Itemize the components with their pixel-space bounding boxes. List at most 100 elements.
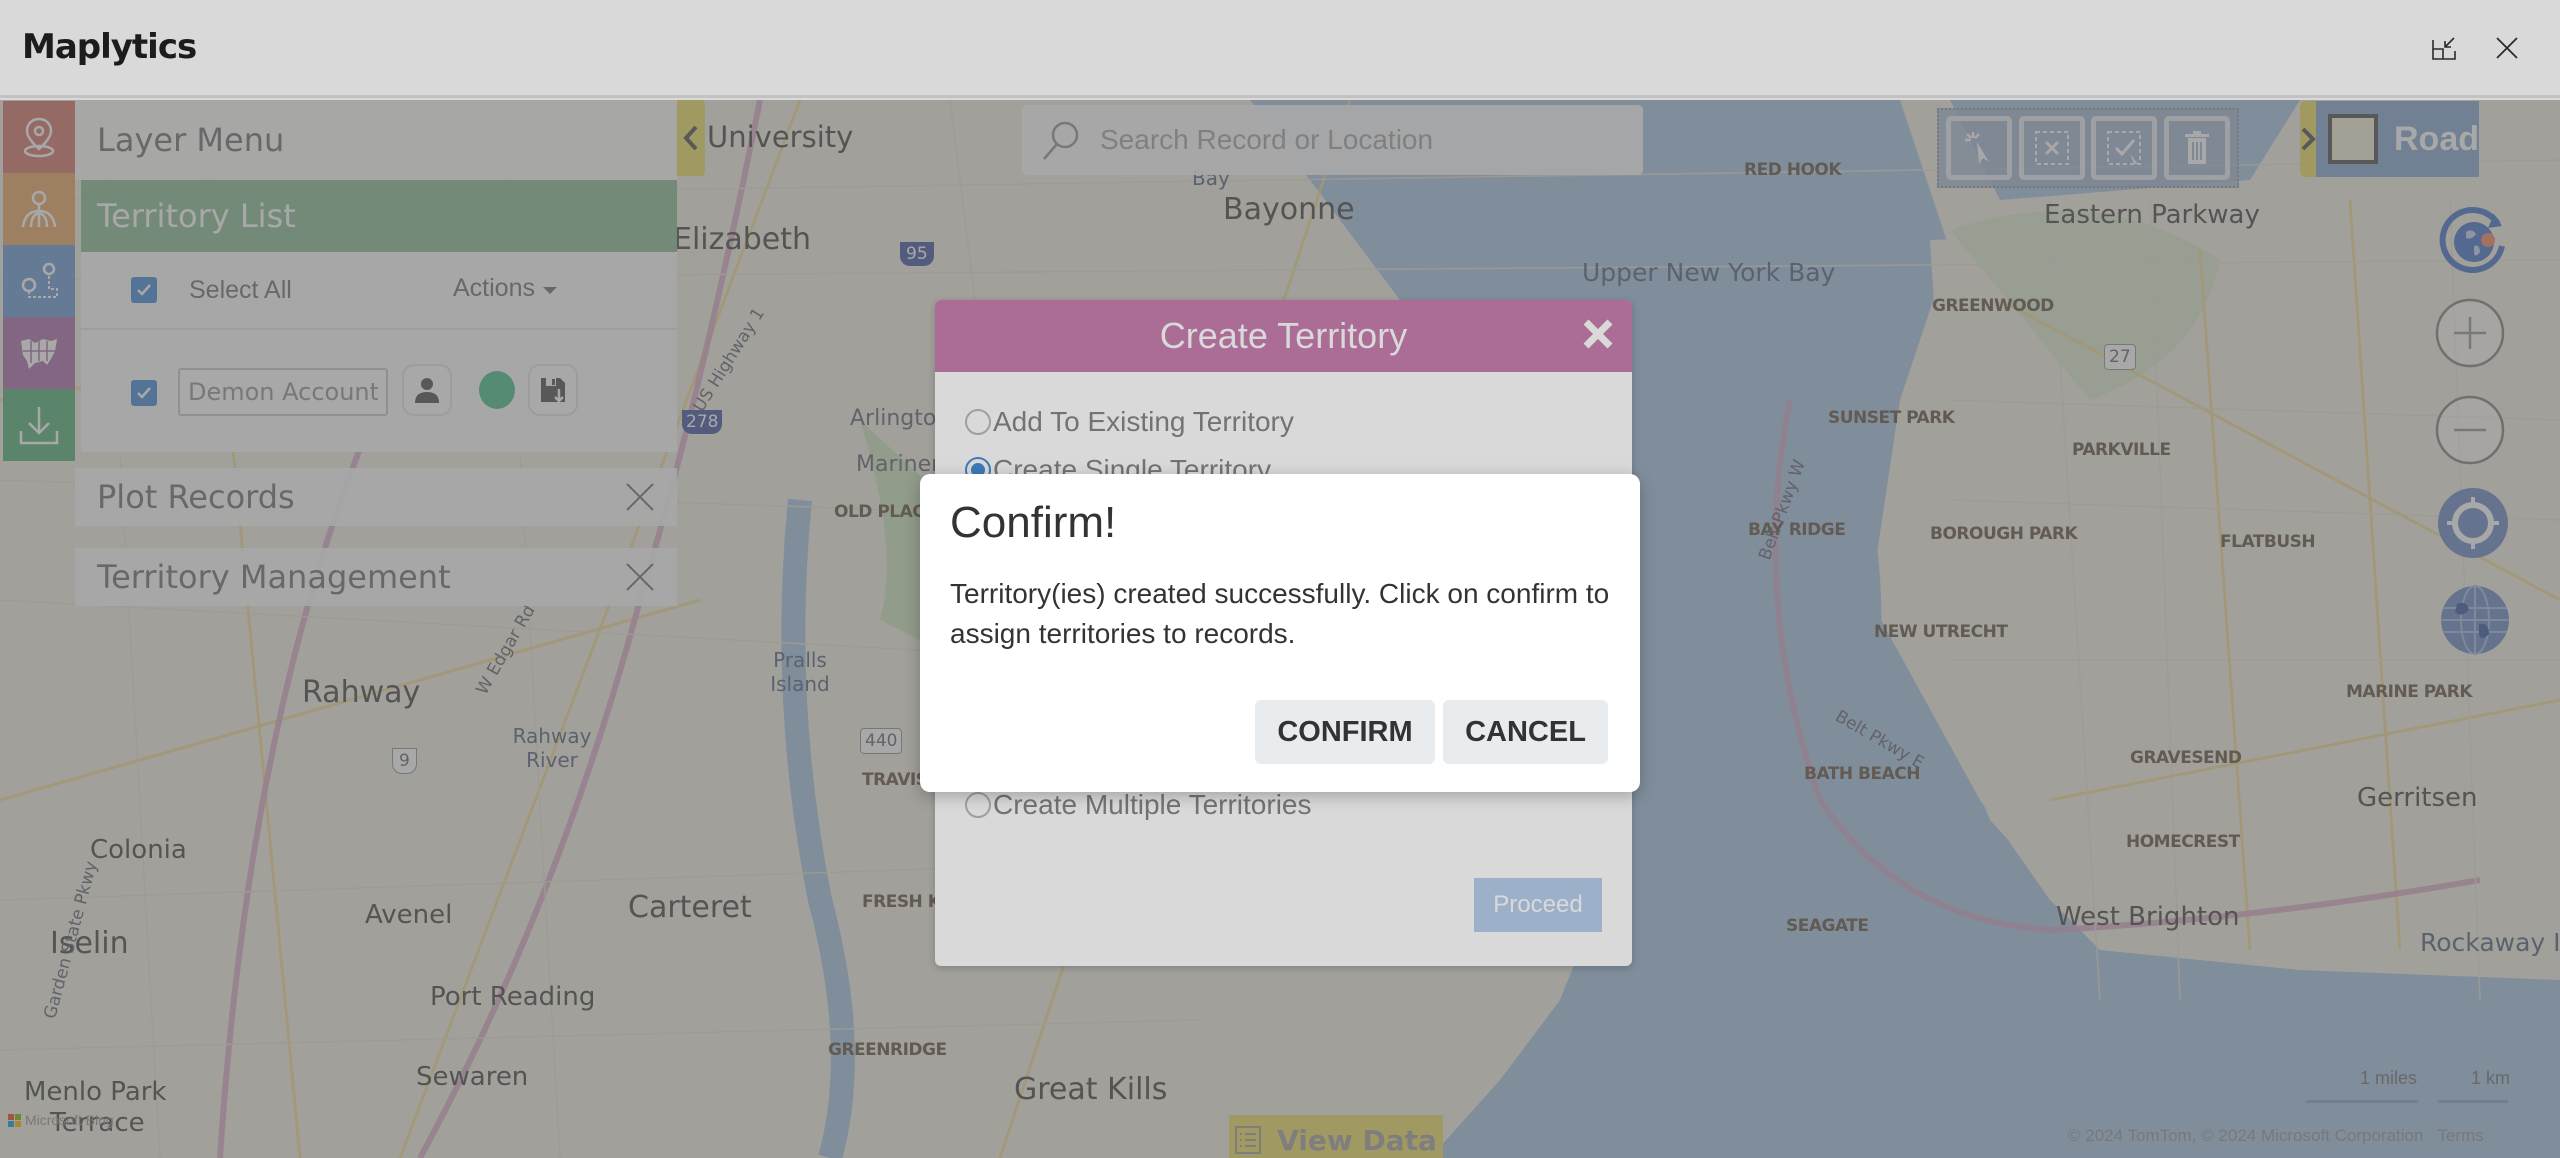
zoom-in-icon	[2435, 298, 2505, 368]
close-window-button[interactable]	[2487, 28, 2527, 68]
map-label: MARINE PARK	[2346, 682, 2473, 702]
download-icon	[19, 407, 59, 445]
map-label: Rahway River	[512, 724, 592, 772]
confirm-dialog: Confirm! Territory(ies) created successf…	[920, 474, 1640, 792]
actions-dropdown[interactable]: Actions	[453, 274, 557, 303]
confirm-selection-button[interactable]	[2091, 116, 2158, 180]
confirm-title: Confirm!	[950, 498, 1117, 547]
terms-link[interactable]: Terms	[2437, 1126, 2483, 1145]
select-all-label: Select All	[189, 276, 292, 304]
option-create-multiple[interactable]: Create Multiple Territories	[965, 789, 1312, 821]
bing-logo: Microsoft Bing	[8, 1112, 114, 1128]
layer-panel: Layer Menu Territory List Select All Act…	[75, 100, 677, 452]
scale-miles: 1 miles	[2360, 1068, 2418, 1088]
sidebar-tile-route[interactable]	[3, 245, 75, 317]
map-label: GRAVESEND	[2130, 748, 2242, 768]
clear-selection-button[interactable]	[2018, 116, 2085, 180]
map-label: HOMECREST	[2126, 832, 2240, 852]
app-title: Maplytics	[22, 27, 197, 67]
map-label: SUNSET PARK	[1828, 408, 1955, 428]
layer-menu-header[interactable]: Layer Menu	[75, 100, 677, 180]
close-icon[interactable]	[625, 482, 655, 512]
close-icon[interactable]	[1578, 314, 1618, 354]
close-icon[interactable]	[625, 562, 655, 592]
map-type-label: Road	[2394, 119, 2479, 158]
plot-records-section[interactable]: Plot Records	[75, 468, 677, 526]
left-icon-bar	[3, 101, 75, 461]
close-icon	[2496, 37, 2518, 59]
radio-button[interactable]	[965, 792, 991, 818]
highway-shield: 9	[392, 748, 417, 774]
attribution-text: © 2024 TomTom, © 2024 Microsoft Corporat…	[2068, 1126, 2424, 1145]
locate-me-button[interactable]	[2437, 487, 2509, 559]
option-label: Add To Existing Territory	[993, 406, 1294, 437]
map-pin-icon	[23, 117, 55, 158]
maplytics-window: Maplytics Bayonne Elizabeth Rahway Carte…	[0, 0, 2560, 1158]
map-label: Eastern Parkway	[2044, 200, 2260, 230]
sidebar-tile-download[interactable]	[3, 389, 75, 461]
zoom-in-button[interactable]	[2434, 297, 2506, 369]
territory-management-title: Territory Management	[97, 558, 451, 596]
map-label: NEW UTRECHT	[1874, 622, 2008, 642]
confirm-selection-icon	[2107, 131, 2142, 165]
confirm-button[interactable]: CONFIRM	[1255, 700, 1435, 764]
collapse-panel-tab[interactable]	[677, 100, 705, 176]
sidebar-tile-territory[interactable]	[3, 173, 75, 245]
select-tool-button[interactable]	[1946, 116, 2013, 180]
dialog-header: Create Territory	[935, 300, 1632, 372]
assign-owner-button[interactable]	[402, 364, 452, 416]
restore-down-button[interactable]	[2424, 28, 2464, 68]
map-type-switch[interactable]: Road	[2300, 101, 2479, 177]
sidebar-tile-territories-map[interactable]	[3, 317, 75, 389]
map-label: FLATBUSH	[2220, 532, 2316, 552]
map-label: Carteret	[628, 890, 752, 925]
clear-selection-icon	[2034, 131, 2069, 165]
user-icon	[415, 378, 439, 403]
delete-shape-button[interactable]	[2163, 116, 2230, 180]
radio-button[interactable]	[965, 409, 991, 435]
territory-color-picker[interactable]	[479, 371, 515, 409]
map-label: University	[707, 120, 854, 154]
highway-shield: 27	[2104, 344, 2136, 370]
territory-list-header[interactable]: Territory List	[81, 180, 677, 252]
territory-item-checkbox[interactable]	[131, 380, 157, 406]
map-label: Pralls Island	[770, 648, 830, 696]
checkmark-icon	[137, 284, 151, 296]
map-label: GREENRIDGE	[828, 1040, 947, 1060]
scale-bar-km	[2438, 1100, 2508, 1103]
dialog-title: Create Territory	[1159, 315, 1408, 356]
caret-down-icon	[542, 287, 557, 294]
zoom-out-button[interactable]	[2434, 394, 2506, 466]
locate-icon	[2438, 488, 2508, 558]
search-box[interactable]	[1022, 105, 1643, 175]
save-territory-button[interactable]	[528, 364, 578, 416]
view-data-button[interactable]: View Data	[1229, 1115, 1443, 1158]
map-label: West Brighton	[2056, 902, 2240, 932]
select-all-checkbox[interactable]	[131, 277, 157, 303]
scale-bar-miles	[2306, 1100, 2418, 1103]
option-add-existing[interactable]: Add To Existing Territory	[965, 406, 1294, 438]
territory-name-input[interactable]	[178, 368, 388, 416]
route-pins-icon	[21, 262, 58, 298]
map-label: GREENWOOD	[1932, 296, 2054, 316]
map-label: Bayonne	[1223, 192, 1355, 227]
select-icon	[1965, 132, 1990, 164]
map-label: SEAGATE	[1786, 916, 1869, 936]
refresh-globe-button[interactable]	[2438, 204, 2510, 276]
globe-refresh-icon	[2439, 207, 2505, 273]
map-label: PARKVILLE	[2072, 440, 2171, 460]
map-label: Colonia	[90, 835, 187, 865]
map-label: Gerritsen	[2357, 783, 2478, 813]
map-label: Sewaren	[416, 1062, 529, 1092]
proceed-button[interactable]: Proceed	[1474, 878, 1602, 932]
search-input[interactable]	[1100, 124, 1620, 156]
territory-management-section[interactable]: Territory Management	[75, 548, 677, 606]
chevron-left-icon	[683, 125, 698, 151]
map-label: TRAVIS	[862, 770, 928, 790]
cancel-button[interactable]: CANCEL	[1443, 700, 1608, 764]
sidebar-tile-plot[interactable]	[3, 101, 75, 173]
list-icon	[1235, 1126, 1262, 1154]
interstate-shield: 95	[900, 242, 934, 266]
world-view-button[interactable]	[2439, 584, 2511, 656]
territory-pin-icon	[21, 190, 57, 228]
